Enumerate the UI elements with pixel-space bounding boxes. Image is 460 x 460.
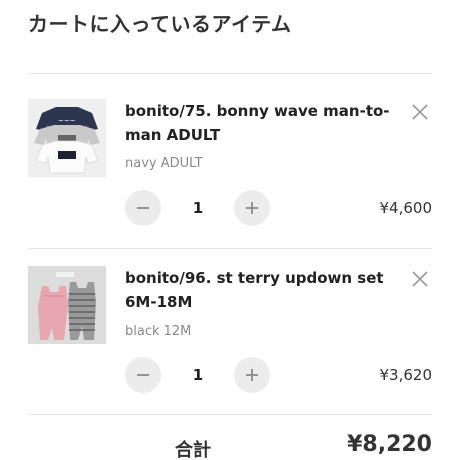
- product-name[interactable]: bonito/96. st terry updown set 6M-18M: [125, 266, 390, 314]
- total-label: 合計: [175, 440, 211, 460]
- svg-text:~~~: ~~~: [58, 117, 76, 125]
- item-price: ¥3,620: [379, 366, 433, 384]
- decrease-quantity-button[interactable]: [125, 190, 161, 226]
- minus-icon: [137, 207, 149, 209]
- product-thumbnail[interactable]: ~~~: [28, 99, 106, 177]
- close-icon: [412, 271, 428, 287]
- baby-rompers-product-photo: [28, 266, 106, 344]
- remove-item-button[interactable]: [410, 102, 430, 122]
- minus-icon: [137, 374, 149, 376]
- increase-quantity-button[interactable]: [234, 357, 270, 393]
- cart-item: ~~~ bonito/75. bonny wave man-to-man ADU…: [28, 73, 432, 248]
- plus-icon: [246, 369, 258, 381]
- item-price: ¥4,600: [379, 199, 433, 217]
- close-icon: [412, 104, 428, 120]
- decrease-quantity-button[interactable]: [125, 357, 161, 393]
- quantity-value: 1: [192, 199, 204, 217]
- product-thumbnail[interactable]: [28, 266, 106, 344]
- quantity-value: 1: [192, 366, 204, 384]
- total-value: ¥8,220: [347, 432, 432, 457]
- total-divider: [28, 414, 432, 415]
- product-name[interactable]: bonito/75. bonny wave man-to-man ADULT: [125, 99, 390, 147]
- page-title: カートに入っているアイテム: [28, 12, 292, 36]
- increase-quantity-button[interactable]: [234, 190, 270, 226]
- product-variant: black 12M: [125, 324, 192, 339]
- sweatshirts-product-photo: ~~~: [28, 99, 106, 177]
- product-variant: navy ADULT: [125, 156, 203, 171]
- plus-icon: [246, 202, 258, 214]
- remove-item-button[interactable]: [410, 269, 430, 289]
- cart-item: bonito/96. st terry updown set 6M-18M bl…: [28, 248, 432, 414]
